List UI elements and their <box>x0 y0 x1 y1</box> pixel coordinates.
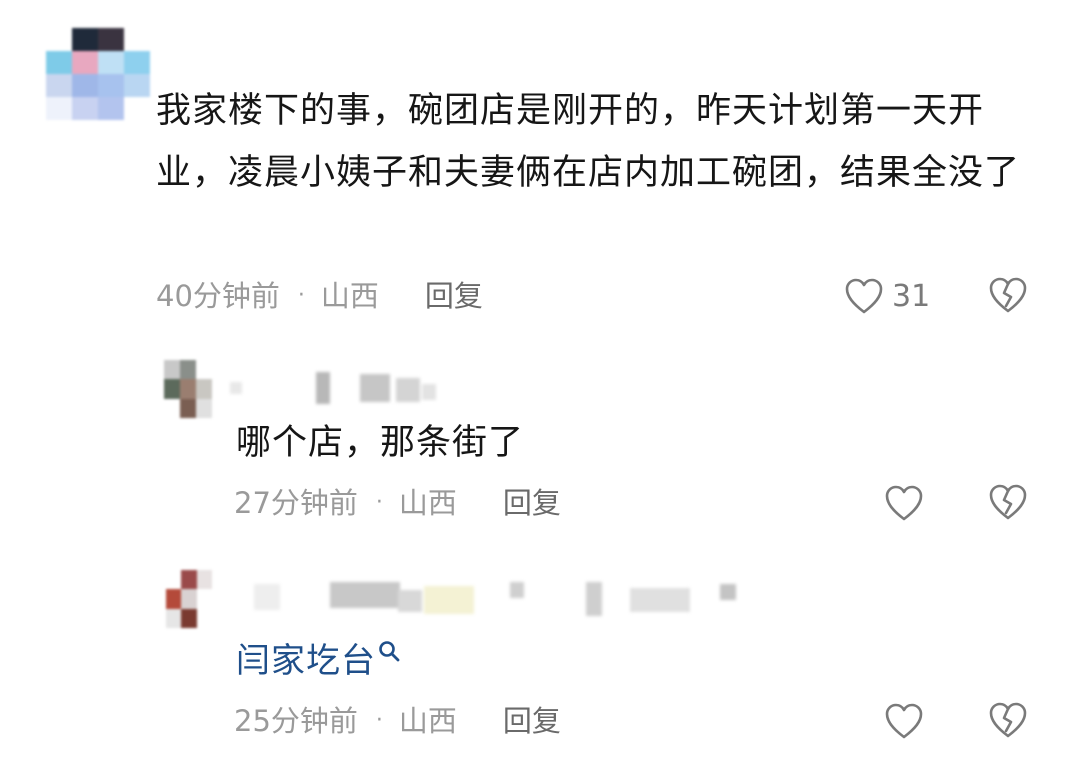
heart-outline-icon <box>885 703 923 739</box>
heart-outline-icon <box>885 485 923 521</box>
like-count: 31 <box>892 278 931 314</box>
timestamp: 27分钟前 <box>234 486 358 520</box>
comment-meta: 40分钟前 · 山西 回复 <box>156 276 483 316</box>
comment-meta: 27分钟前 · 山西 回复 <box>234 483 561 523</box>
comment-text: 我家楼下的事，碗团店是刚开的，昨天计划第一天开业，凌晨小姨子和夫妻俩在店内加工碗… <box>156 91 1021 193</box>
timestamp: 25分钟前 <box>234 704 358 738</box>
comment-text: 哪个店，那条街了 <box>236 423 525 463</box>
place-link[interactable]: 闫家圪台 <box>236 636 400 686</box>
separator-dot: · <box>375 490 383 515</box>
username-blurred <box>230 372 450 406</box>
broken-heart-icon <box>989 277 1027 313</box>
broken-heart-icon <box>989 702 1027 738</box>
like-button[interactable] <box>884 701 924 741</box>
comment-meta: 25分钟前 · 山西 回复 <box>234 701 561 741</box>
reply-button[interactable]: 回复 <box>425 279 483 313</box>
search-icon <box>379 641 400 662</box>
avatar[interactable] <box>164 360 212 418</box>
like-button[interactable] <box>884 483 924 523</box>
region-label: 山西 <box>320 279 379 313</box>
like-button[interactable]: 31 <box>844 276 930 316</box>
dislike-button[interactable] <box>988 483 1028 525</box>
place-link-label: 闫家圪台 <box>236 641 376 681</box>
region-label: 山西 <box>398 486 457 520</box>
avatar[interactable] <box>46 28 150 120</box>
separator-dot: · <box>375 708 383 733</box>
heart-outline-icon <box>845 278 883 314</box>
broken-heart-icon <box>989 484 1027 520</box>
region-label: 山西 <box>398 704 457 738</box>
reply-button[interactable]: 回复 <box>503 704 561 738</box>
dislike-button[interactable] <box>988 701 1028 743</box>
reply-button[interactable]: 回复 <box>503 486 561 520</box>
separator-dot: · <box>297 283 305 308</box>
avatar[interactable] <box>166 570 212 628</box>
dislike-button[interactable] <box>988 276 1028 318</box>
username-blurred <box>248 576 748 618</box>
timestamp: 40分钟前 <box>156 279 280 313</box>
